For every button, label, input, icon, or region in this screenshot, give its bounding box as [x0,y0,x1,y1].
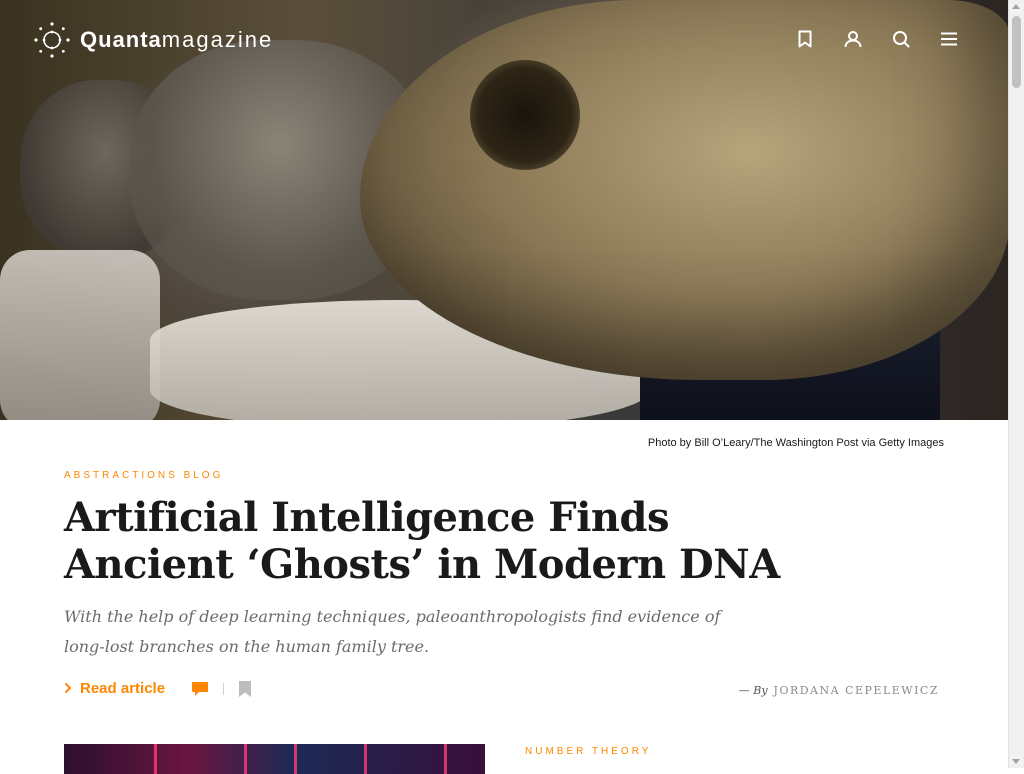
byline: — By JORDANA CEPELEWICZ [739,684,939,697]
search-button[interactable] [889,27,913,51]
bookmark-button[interactable] [793,27,817,51]
thumbnail-streak [294,744,297,774]
scroll-down-arrow-icon[interactable] [1012,759,1020,764]
menu-button[interactable] [937,27,961,51]
article-section-link[interactable]: ABSTRACTIONS BLOG [64,470,223,481]
thumbnail-streak [444,744,447,774]
menu-icon [941,32,957,46]
next-article-section-link[interactable]: NUMBER THEORY [525,746,651,757]
hero-skull-front [360,0,1009,380]
article-actions: Read article [64,680,252,697]
hero-eye-socket [470,60,580,170]
header-actions [793,27,961,51]
site-logo[interactable]: Quantamagazine [32,20,273,60]
wordmark-magazine: magazine [161,27,274,52]
quanta-logo-icon [34,22,70,58]
thumbnail-streak [244,744,247,774]
article-headline[interactable]: Artificial Intelligence Finds Ancient ‘G… [64,494,844,588]
user-icon [844,31,862,48]
action-divider [223,682,225,695]
chevron-right-icon [64,681,72,697]
read-article-label: Read article [80,680,166,697]
comment-icon[interactable] [191,681,209,697]
account-button[interactable] [841,27,865,51]
next-article-thumbnail[interactable] [64,744,485,774]
page-scrollbar[interactable] [1008,0,1024,768]
scroll-up-arrow-icon[interactable] [1012,4,1020,9]
read-article-link[interactable]: Read article [64,680,165,697]
hero-image[interactable] [0,0,1009,420]
wordmark-quanta: Quanta [80,27,162,52]
article-dek: With the help of deep learning technique… [64,607,721,656]
hero-pedestal-left [0,250,160,420]
site-wordmark: Quantamagazine [80,27,273,53]
photo-credit: Photo by Bill O’Leary/The Washington Pos… [647,437,944,449]
bookmark-icon [798,30,812,48]
byline-prefix: — By [738,684,768,697]
search-icon [893,31,910,48]
thumbnail-streak [364,744,367,774]
bookmark-icon[interactable] [238,680,252,697]
author-link[interactable]: JORDANA CEPELEWICZ [774,684,939,697]
scrollbar-thumb[interactable] [1012,16,1021,88]
thumbnail-streak [154,744,157,774]
